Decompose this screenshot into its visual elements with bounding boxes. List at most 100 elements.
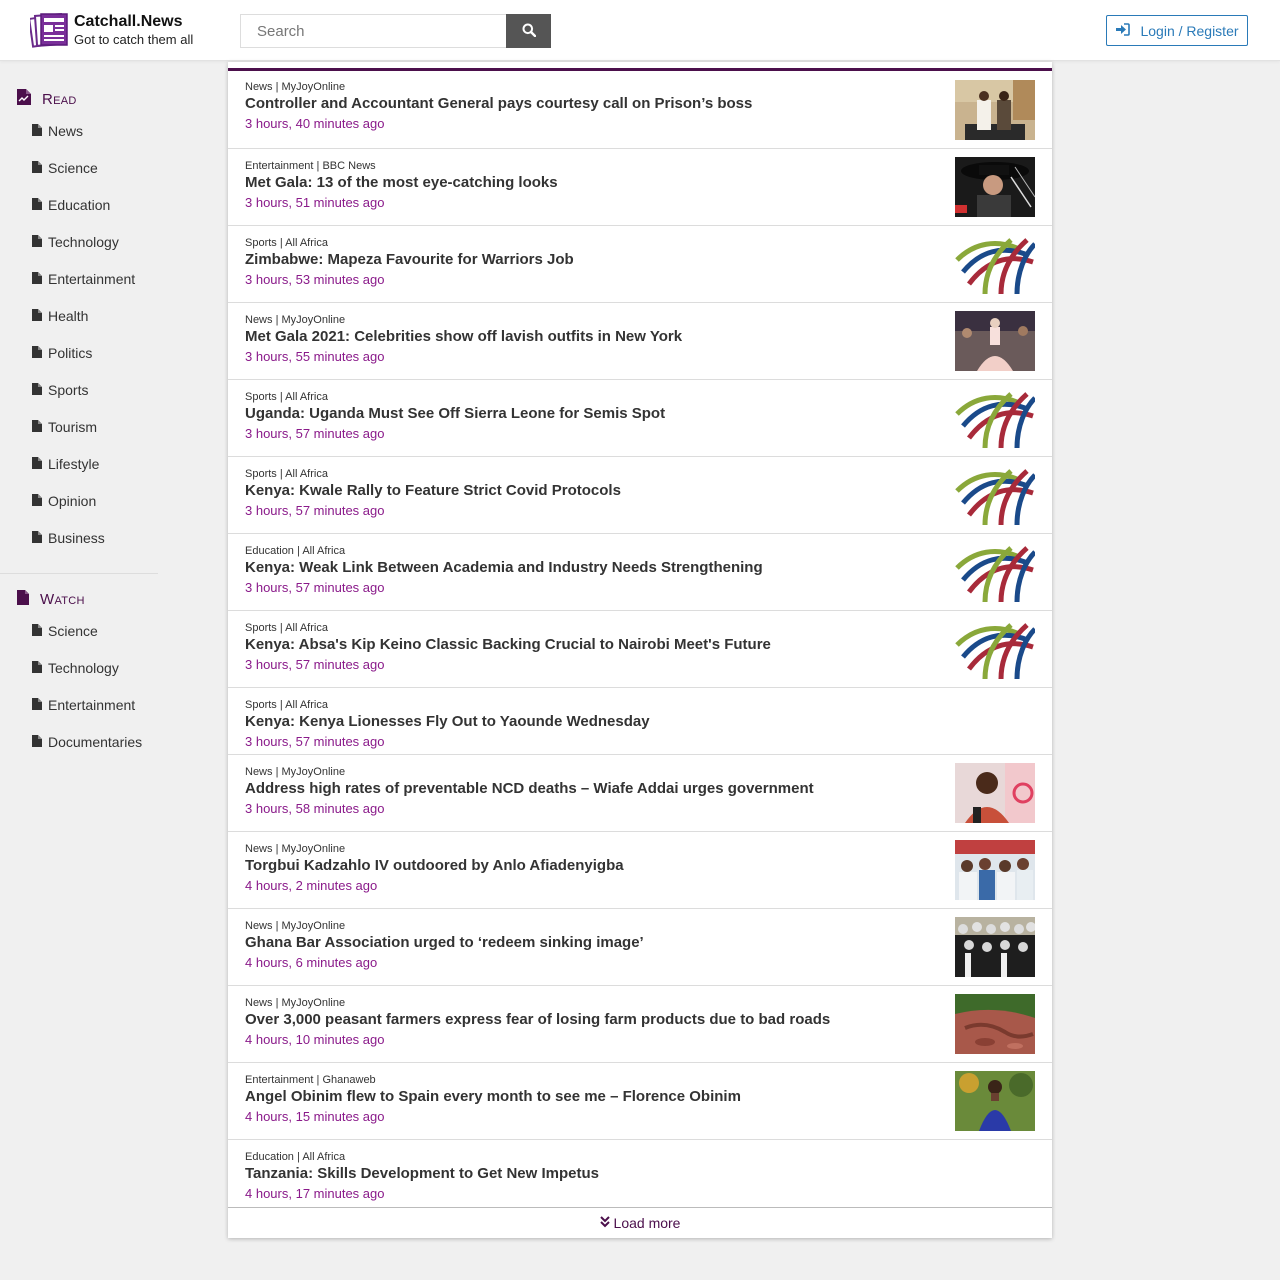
article-title[interactable]: Tanzania: Skills Development to Get New … — [245, 1165, 599, 1182]
article-category[interactable]: Sports — [245, 391, 277, 403]
allafrica-logo-icon[interactable] — [955, 619, 1035, 679]
article-category[interactable]: Entertainment — [245, 1074, 313, 1086]
article-row[interactable]: News | MyJoyOnline Met Gala 2021: Celebr… — [228, 303, 1052, 380]
article-title[interactable]: Kenya: Absa's Kip Keino Classic Backing … — [245, 636, 771, 653]
article-row[interactable]: Education | All Africa Kenya: Weak Link … — [228, 534, 1052, 611]
article-source[interactable]: MyJoyOnline — [282, 843, 346, 855]
allafrica-logo-icon[interactable] — [955, 465, 1035, 525]
article-source[interactable]: All Africa — [285, 391, 328, 403]
sidebar-item-politics[interactable]: Politics — [32, 343, 92, 363]
article-source[interactable]: MyJoyOnline — [282, 314, 346, 326]
article-title[interactable]: Torgbui Kadzahlo IV outdoored by Anlo Af… — [245, 857, 624, 874]
article-thumbnail[interactable] — [955, 994, 1035, 1054]
article-row[interactable]: Sports | All Africa Zimbabwe: Mapeza Fav… — [228, 226, 1052, 303]
sidebar-item-watch-science[interactable]: Science — [32, 621, 98, 641]
article-source[interactable]: All Africa — [285, 622, 328, 634]
article-category[interactable]: News — [245, 81, 273, 93]
article-row[interactable]: News | MyJoyOnline Address high rates of… — [228, 755, 1052, 832]
load-more-button[interactable]: Load more — [228, 1207, 1052, 1238]
article-category[interactable]: Sports — [245, 699, 277, 711]
sidebar-item-sports[interactable]: Sports — [32, 380, 88, 400]
article-category[interactable]: Sports — [245, 237, 277, 249]
sidebar-item-watch-technology[interactable]: Technology — [32, 658, 119, 678]
article-row[interactable]: Sports | All Africa Uganda: Uganda Must … — [228, 380, 1052, 457]
article-row[interactable]: Sports | All Africa Kenya: Kwale Rally t… — [228, 457, 1052, 534]
article-source[interactable]: All Africa — [285, 237, 328, 249]
sidebar-item-technology[interactable]: Technology — [32, 232, 119, 252]
sidebar-item-entertainment[interactable]: Entertainment — [32, 269, 135, 289]
article-source[interactable]: All Africa — [285, 468, 328, 480]
search-input[interactable] — [240, 14, 506, 48]
login-register-button[interactable]: Login / Register — [1106, 15, 1248, 46]
article-title[interactable]: Met Gala: 13 of the most eye-catching lo… — [245, 174, 558, 191]
sidebar-item-education[interactable]: Education — [32, 195, 110, 215]
article-thumbnail[interactable] — [955, 157, 1035, 217]
watch-section-heading[interactable]: Watch — [16, 588, 85, 610]
article-category[interactable]: News — [245, 843, 273, 855]
article-category[interactable]: News — [245, 314, 273, 326]
article-thumbnail[interactable] — [955, 763, 1035, 823]
article-title[interactable]: Angel Obinim flew to Spain every month t… — [245, 1088, 741, 1105]
article-category[interactable]: Entertainment — [245, 160, 313, 172]
article-source[interactable]: MyJoyOnline — [282, 81, 346, 93]
article-category[interactable]: News — [245, 766, 273, 778]
article-row[interactable]: News | MyJoyOnline Over 3,000 peasant fa… — [228, 986, 1052, 1063]
article-row[interactable]: News | MyJoyOnline Ghana Bar Association… — [228, 909, 1052, 986]
article-thumbnail[interactable] — [955, 1071, 1035, 1131]
sidebar-item-lifestyle[interactable]: Lifestyle — [32, 454, 99, 474]
sidebar-item-opinion[interactable]: Opinion — [32, 491, 96, 511]
brand-name[interactable]: Catchall.News — [74, 13, 182, 31]
article-category[interactable]: Sports — [245, 622, 277, 634]
article-title[interactable]: Met Gala 2021: Celebrities show off lavi… — [245, 328, 682, 345]
article-title[interactable]: Kenya: Kwale Rally to Feature Strict Cov… — [245, 482, 621, 499]
article-title[interactable]: Ghana Bar Association urged to ‘redeem s… — [245, 934, 644, 951]
article-source[interactable]: MyJoyOnline — [282, 920, 346, 932]
sidebar-item-health[interactable]: Health — [32, 306, 88, 326]
read-section-heading[interactable]: Read — [16, 88, 77, 110]
article-category[interactable]: Sports — [245, 468, 277, 480]
article-thumbnail[interactable] — [955, 840, 1035, 900]
article-category[interactable]: Education — [245, 545, 294, 557]
sidebar-item-business[interactable]: Business — [32, 528, 105, 548]
article-thumbnail[interactable] — [955, 311, 1035, 371]
sidebar-item-watch-entertainment[interactable]: Entertainment — [32, 695, 135, 715]
article-row[interactable]: Education | All Africa Tanzania: Skills … — [228, 1140, 1052, 1207]
article-row[interactable]: Entertainment | BBC News Met Gala: 13 of… — [228, 149, 1052, 226]
article-row[interactable]: News | MyJoyOnline Torgbui Kadzahlo IV o… — [228, 832, 1052, 909]
sidebar-item-label: Sports — [48, 382, 89, 398]
article-source[interactable]: MyJoyOnline — [282, 766, 346, 778]
sidebar-item-tourism[interactable]: Tourism — [32, 417, 97, 437]
article-title[interactable]: Controller and Accountant General pays c… — [245, 95, 752, 112]
article-row[interactable]: News | MyJoyOnline Controller and Accoun… — [228, 71, 1052, 149]
article-category[interactable]: News — [245, 997, 273, 1009]
newspaper-logo-icon[interactable] — [28, 12, 70, 48]
sidebar-item-news[interactable]: News — [32, 121, 83, 141]
article-source[interactable]: All Africa — [302, 1151, 345, 1163]
article-title[interactable]: Over 3,000 peasant farmers express fear … — [245, 1011, 830, 1028]
search-button[interactable] — [506, 14, 551, 48]
allafrica-logo-icon[interactable] — [955, 542, 1035, 602]
article-source[interactable]: BBC News — [322, 160, 375, 172]
article-source[interactable]: All Africa — [285, 699, 328, 711]
article-source[interactable]: All Africa — [302, 545, 345, 557]
read-heading-label: Read — [42, 90, 77, 108]
article-category[interactable]: News — [245, 920, 273, 932]
allafrica-logo-icon[interactable] — [955, 234, 1035, 294]
article-row[interactable]: Entertainment | Ghanaweb Angel Obinim fl… — [228, 1063, 1052, 1140]
article-row[interactable]: Sports | All Africa Kenya: Kenya Lioness… — [228, 688, 1052, 755]
article-source[interactable]: MyJoyOnline — [282, 997, 346, 1009]
article-title[interactable]: Kenya: Weak Link Between Academia and In… — [245, 559, 763, 576]
article-title[interactable]: Kenya: Kenya Lionesses Fly Out to Yaound… — [245, 713, 650, 730]
article-meta: News | MyJoyOnline — [245, 843, 346, 855]
article-source[interactable]: Ghanaweb — [322, 1074, 375, 1086]
article-title[interactable]: Zimbabwe: Mapeza Favourite for Warriors … — [245, 251, 574, 268]
article-title[interactable]: Uganda: Uganda Must See Off Sierra Leone… — [245, 405, 665, 422]
sidebar-item-science[interactable]: Science — [32, 158, 98, 178]
allafrica-logo-icon[interactable] — [955, 388, 1035, 448]
article-row[interactable]: Sports | All Africa Kenya: Absa's Kip Ke… — [228, 611, 1052, 688]
article-category[interactable]: Education — [245, 1151, 294, 1163]
sidebar-item-watch-documentaries[interactable]: Documentaries — [32, 732, 142, 752]
article-title[interactable]: Address high rates of preventable NCD de… — [245, 780, 814, 797]
article-thumbnail[interactable] — [955, 917, 1035, 977]
article-thumbnail[interactable] — [955, 80, 1035, 140]
